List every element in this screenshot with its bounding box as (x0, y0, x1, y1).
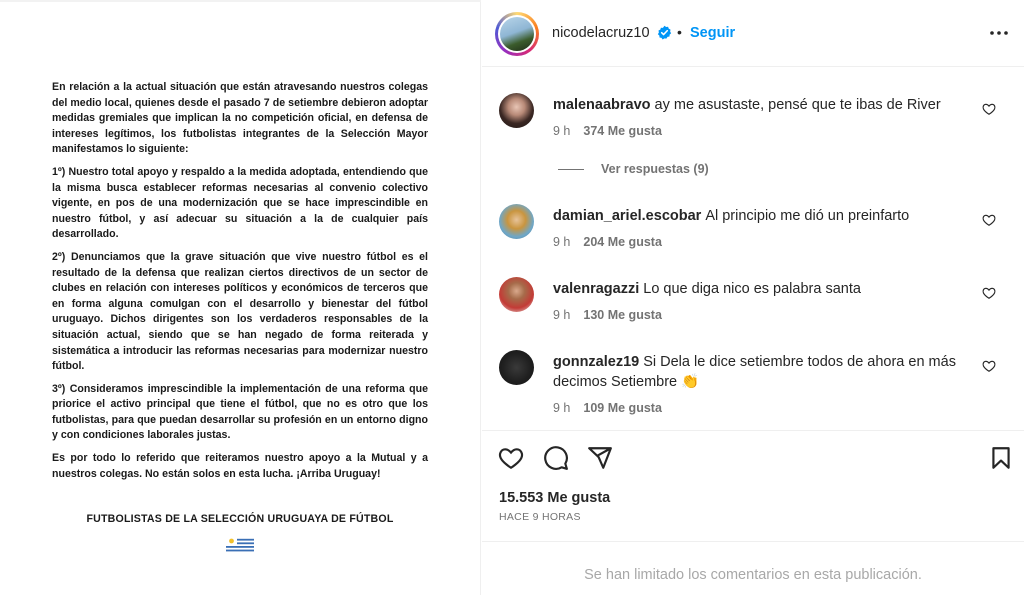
commenter-username[interactable]: gonnzalez19 (553, 354, 639, 370)
commenter-avatar[interactable] (499, 277, 534, 312)
view-replies-button[interactable]: Ver respuestas (9) (558, 162, 709, 176)
more-options-icon[interactable] (988, 22, 1010, 44)
comment-meta: 9 h 109 Me gusta (553, 401, 662, 415)
comment-likes[interactable]: 109 Me gusta (583, 401, 662, 415)
heart-icon[interactable] (982, 213, 996, 227)
view-replies-label: Ver respuestas (9) (601, 162, 709, 176)
comment-icon[interactable] (543, 445, 569, 471)
comment-time[interactable]: 9 h (553, 235, 570, 249)
separator-dot: • (677, 24, 682, 40)
author-username[interactable]: nicodelacruz10 (552, 25, 650, 41)
comment-meta: 9 h 374 Me gusta (553, 124, 662, 138)
post-header: nicodelacruz10 • Seguir (482, 0, 1024, 67)
comment-text: malenaabravo ay me asustaste, pensé que t… (553, 95, 993, 115)
author-avatar[interactable] (495, 12, 539, 56)
comment-content: ay me asustaste, pensé que te ibas de Ri… (654, 97, 941, 113)
statement-text: En relación a la actual situación que es… (52, 80, 428, 489)
heart-icon[interactable] (982, 359, 996, 373)
comment-time[interactable]: 9 h (553, 124, 570, 138)
follow-button[interactable]: Seguir (690, 25, 735, 41)
commenter-avatar[interactable] (499, 93, 534, 128)
share-icon[interactable] (587, 445, 613, 471)
comment-likes[interactable]: 374 Me gusta (583, 124, 662, 138)
bookmark-icon[interactable] (988, 445, 1014, 471)
post-timestamp[interactable]: HACE 9 HORAS (499, 511, 581, 523)
divider (0, 0, 481, 2)
commenter-avatar[interactable] (499, 204, 534, 239)
comment-likes[interactable]: 130 Me gusta (583, 308, 662, 322)
statement-paragraph: Es por todo lo referido que reiteramos n… (52, 452, 428, 480)
comment-meta: 9 h 204 Me gusta (553, 235, 662, 249)
post-sidebar: nicodelacruz10 • Seguir malenaabravo ay m… (482, 0, 1024, 595)
uruguay-flag (226, 537, 254, 553)
commenter-username[interactable]: valenragazzi (553, 281, 639, 297)
heart-icon[interactable] (498, 445, 524, 471)
comment-content: Al principio me dió un preinfarto (705, 208, 910, 224)
comments-limited-notice: Se han limitado los comentarios en esta … (482, 541, 1024, 595)
verified-badge-icon (657, 25, 672, 40)
statement-paragraph: 1º) Nuestro total apoyo y respaldo a la … (52, 165, 428, 241)
commenter-username[interactable]: damian_ariel.escobar (553, 208, 701, 224)
comment-meta: 9 h 130 Me gusta (553, 308, 662, 322)
comment-text: valenragazzi Lo que diga nico es palabra … (553, 279, 993, 299)
comment-text: gonnzalez19 Si Dela le dice setiembre tod… (553, 352, 993, 392)
statement-paragraph: En relación a la actual situación que es… (52, 81, 428, 156)
comment-time[interactable]: 9 h (553, 401, 570, 415)
heart-icon[interactable] (982, 102, 996, 116)
post-image[interactable]: En relación a la actual situación que es… (0, 0, 481, 595)
commenter-avatar[interactable] (499, 350, 534, 385)
statement-signature: FUTBOLISTAS DE LA SELECCIÓN URUGUAYA DE … (86, 513, 394, 525)
statement-paragraph: 3º) Consideramos imprescindible la imple… (52, 382, 428, 442)
comment-likes[interactable]: 204 Me gusta (583, 235, 662, 249)
comment-time[interactable]: 9 h (553, 308, 570, 322)
statement-paragraph: 2º) Denunciamos que la grave situación q… (52, 250, 428, 373)
comment-text: damian_ariel.escobar Al principio me dió … (553, 206, 993, 226)
comment-content: Lo que diga nico es palabra santa (643, 281, 861, 297)
heart-icon[interactable] (982, 286, 996, 300)
likes-count[interactable]: 15.553 Me gusta (499, 490, 610, 506)
commenter-username[interactable]: malenaabravo (553, 97, 651, 113)
action-bar (482, 430, 1024, 486)
replies-divider (558, 169, 584, 171)
